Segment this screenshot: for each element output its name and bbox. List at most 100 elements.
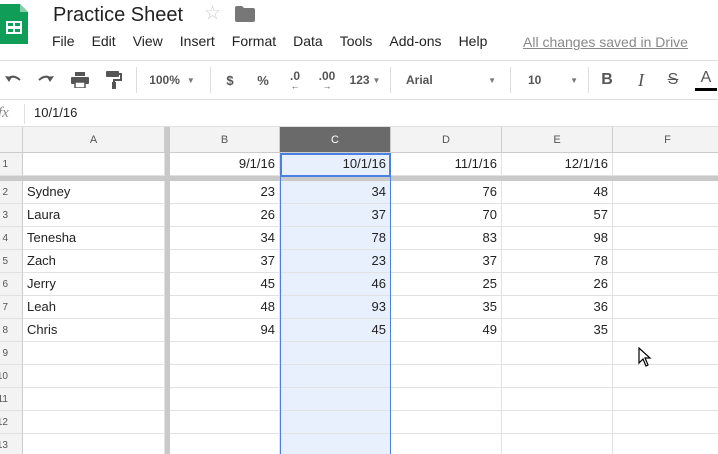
row-header[interactable]: 3 — [0, 204, 23, 227]
cell-c10[interactable] — [280, 365, 391, 388]
cell-b7[interactable]: 48 — [170, 296, 280, 319]
cell-b1[interactable]: 9/1/16 — [170, 153, 280, 176]
cell-e10[interactable] — [502, 365, 613, 388]
cell-d5[interactable]: 37 — [391, 250, 502, 273]
cell-c3[interactable]: 37 — [280, 204, 391, 227]
cell-e9[interactable] — [502, 342, 613, 365]
cell-b6[interactable]: 45 — [170, 273, 280, 296]
cell-f10[interactable] — [613, 365, 718, 388]
column-header-c[interactable]: C — [280, 127, 391, 153]
undo-button[interactable] — [0, 61, 26, 99]
row-header[interactable]: 6 — [0, 273, 23, 296]
cell-b10[interactable] — [170, 365, 280, 388]
cell-a13[interactable] — [23, 434, 165, 454]
cell-d6[interactable]: 25 — [391, 273, 502, 296]
row-header[interactable]: 9 — [0, 342, 23, 365]
row-header[interactable]: 11 — [0, 388, 23, 411]
cell-b5[interactable]: 37 — [170, 250, 280, 273]
bold-button[interactable]: B — [594, 61, 620, 99]
cell-e5[interactable]: 78 — [502, 250, 613, 273]
increase-decimal-button[interactable]: .00 → — [313, 61, 341, 99]
cell-d8[interactable]: 49 — [391, 319, 502, 342]
row-header[interactable]: 8 — [0, 319, 23, 342]
cell-e13[interactable] — [502, 434, 613, 454]
cell-d2[interactable]: 76 — [391, 181, 502, 204]
cell-e6[interactable]: 26 — [502, 273, 613, 296]
redo-button[interactable] — [32, 61, 60, 99]
cell-b3[interactable]: 26 — [170, 204, 280, 227]
cell-e3[interactable]: 57 — [502, 204, 613, 227]
row-header[interactable]: 13 — [0, 434, 23, 454]
cell-f3[interactable] — [613, 204, 718, 227]
cell-a8[interactable]: Chris — [23, 319, 165, 342]
cell-a5[interactable]: Zach — [23, 250, 165, 273]
currency-format-button[interactable]: $ — [218, 61, 242, 99]
row-header[interactable]: 2 — [0, 181, 23, 204]
cell-c6[interactable]: 46 — [280, 273, 391, 296]
column-header-b[interactable]: B — [170, 127, 280, 153]
cell-f6[interactable] — [613, 273, 718, 296]
font-family-select[interactable]: Arial ▼ — [398, 61, 502, 99]
print-button[interactable] — [66, 61, 94, 99]
cell-f11[interactable] — [613, 388, 718, 411]
cell-c2[interactable]: 34 — [280, 181, 391, 204]
menu-addons[interactable]: Add-ons — [389, 32, 441, 52]
row-header[interactable]: 5 — [0, 250, 23, 273]
cell-d13[interactable] — [391, 434, 502, 454]
spreadsheet-grid[interactable]: A B C D E F 1 9/1/16 10/1/16 11/1/16 12/1/16 2 Sydne… — [0, 127, 718, 454]
menu-file[interactable]: File — [52, 32, 75, 52]
cell-d12[interactable] — [391, 411, 502, 434]
cell-c1[interactable]: 10/1/16 — [280, 153, 391, 176]
formula-input[interactable]: 10/1/16 — [34, 105, 77, 120]
more-formats-select[interactable]: 123 ▼ — [346, 61, 384, 99]
row-header[interactable]: 12 — [0, 411, 23, 434]
cell-a4[interactable]: Tenesha — [23, 227, 165, 250]
menu-format[interactable]: Format — [232, 32, 276, 52]
menu-insert[interactable]: Insert — [180, 32, 215, 52]
text-color-button[interactable]: A — [694, 61, 718, 99]
folder-icon[interactable] — [235, 6, 255, 22]
cell-d10[interactable] — [391, 365, 502, 388]
menu-tools[interactable]: Tools — [340, 32, 373, 52]
cell-c4[interactable]: 78 — [280, 227, 391, 250]
paint-format-button[interactable] — [100, 61, 128, 99]
cell-d1[interactable]: 11/1/16 — [391, 153, 502, 176]
cell-c7[interactable]: 93 — [280, 296, 391, 319]
cell-f5[interactable] — [613, 250, 718, 273]
cell-e1[interactable]: 12/1/16 — [502, 153, 613, 176]
cell-a1[interactable] — [23, 153, 165, 176]
cell-f1[interactable] — [613, 153, 718, 176]
frozen-row-divider[interactable] — [0, 176, 718, 181]
menu-help[interactable]: Help — [459, 32, 488, 52]
menu-data[interactable]: Data — [293, 32, 323, 52]
save-status-link[interactable]: All changes saved in Drive — [523, 33, 688, 51]
cell-f4[interactable] — [613, 227, 718, 250]
decrease-decimal-button[interactable]: .0 ← — [282, 61, 308, 99]
strikethrough-button[interactable]: S — [660, 61, 686, 99]
column-header-a[interactable]: A — [23, 127, 165, 153]
cell-c8[interactable]: 45 — [280, 319, 391, 342]
cell-e4[interactable]: 98 — [502, 227, 613, 250]
column-header-d[interactable]: D — [391, 127, 502, 153]
select-all-corner[interactable] — [0, 127, 23, 153]
zoom-select[interactable]: 100% ▼ — [140, 61, 204, 99]
cell-e11[interactable] — [502, 388, 613, 411]
cell-a9[interactable] — [23, 342, 165, 365]
column-header-f[interactable]: F — [613, 127, 718, 153]
cell-f7[interactable] — [613, 296, 718, 319]
document-title[interactable]: Practice Sheet — [53, 3, 183, 27]
row-header[interactable]: 4 — [0, 227, 23, 250]
percent-format-button[interactable]: % — [250, 61, 276, 99]
cell-d11[interactable] — [391, 388, 502, 411]
cell-e2[interactable]: 48 — [502, 181, 613, 204]
cell-f2[interactable] — [613, 181, 718, 204]
cell-d9[interactable] — [391, 342, 502, 365]
cell-a10[interactable] — [23, 365, 165, 388]
cell-b2[interactable]: 23 — [170, 181, 280, 204]
cell-f9[interactable] — [613, 342, 718, 365]
cell-c5[interactable]: 23 — [280, 250, 391, 273]
row-header[interactable]: 1 — [0, 153, 23, 176]
cell-d4[interactable]: 83 — [391, 227, 502, 250]
cell-b4[interactable]: 34 — [170, 227, 280, 250]
font-size-select[interactable]: 10 ▼ — [518, 61, 584, 99]
